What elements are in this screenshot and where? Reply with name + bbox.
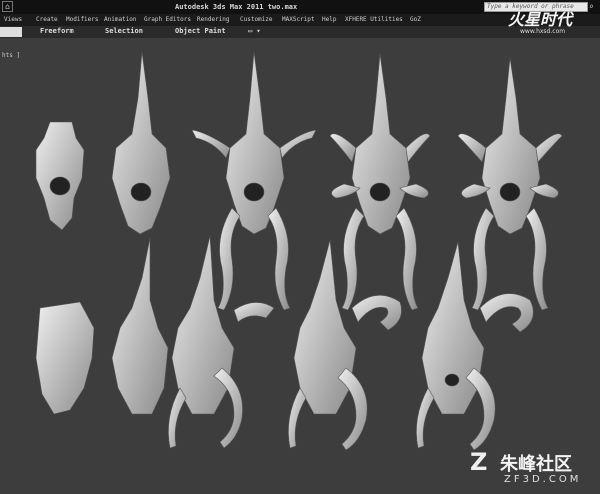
zf3d-logo-text: 朱峰社区 [500, 454, 572, 475]
hxsd-logo-text: 火星时代 [508, 10, 573, 29]
menu-animation[interactable]: Animation [104, 16, 137, 23]
app-icon[interactable]: ⌂ [2, 1, 13, 12]
menu-xfhere-utilities[interactable]: XFHERE Utilities [345, 16, 403, 23]
tab-selection[interactable]: Selection [105, 27, 143, 35]
viewport-scene [35, 51, 563, 451]
window-title: Autodesk 3ds Max 2011 two.max [175, 3, 298, 11]
menu-rendering[interactable]: Rendering [197, 16, 230, 23]
ribbon-active-tab[interactable] [0, 27, 22, 37]
tab-freeform[interactable]: Freeform [40, 27, 74, 35]
mask-front-5 [457, 57, 563, 311]
menu-graph-editors[interactable]: Graph Editors [144, 16, 191, 23]
ribbon-options-icon[interactable]: ▭ ▾ [248, 27, 261, 35]
hxsd-watermark: 火星时代 www.hxsd.com [490, 4, 600, 40]
mask-side-4 [288, 239, 402, 451]
zf3d-emblem-icon: Z [470, 448, 488, 476]
menu-modifiers[interactable]: Modifiers [66, 16, 99, 23]
hxsd-url: www.hxsd.com [520, 28, 566, 35]
zf3d-watermark: Z 朱峰社区 ZF3D.COM [470, 444, 600, 494]
menu-customize[interactable]: Customize [240, 16, 273, 23]
menu-maxscript[interactable]: MAXScript [282, 16, 315, 23]
tab-object-paint[interactable]: Object Paint [175, 27, 226, 35]
viewport[interactable]: hts ] [0, 38, 600, 494]
mask-side-2 [111, 237, 169, 415]
menu-create[interactable]: Create [36, 16, 58, 23]
zf3d-url: ZF3D.COM [504, 474, 582, 485]
mask-side-5 [416, 241, 534, 451]
mask-front-2 [111, 51, 171, 235]
menu-views[interactable]: Views [4, 16, 22, 23]
mask-front-4 [329, 53, 431, 311]
menu-help[interactable]: Help [322, 16, 336, 23]
mask-side-1 [35, 301, 95, 415]
mask-side-3 [168, 235, 275, 449]
mask-front-1 [35, 121, 85, 231]
menu-goz[interactable]: GoZ [410, 16, 421, 23]
